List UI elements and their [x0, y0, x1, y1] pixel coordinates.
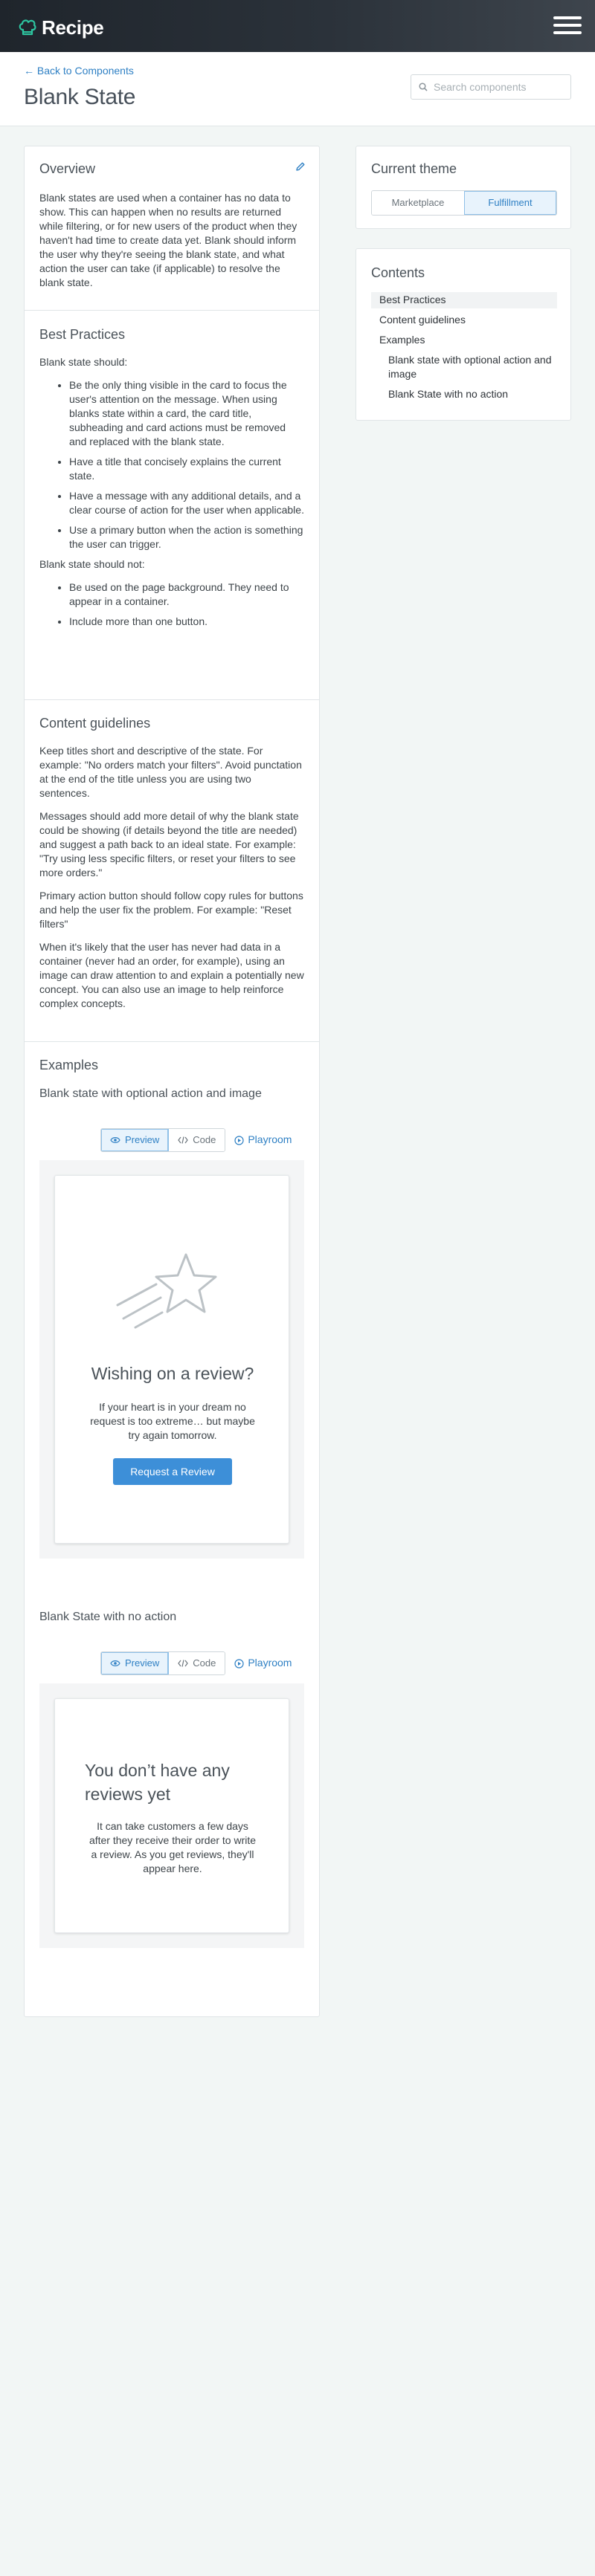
guideline-paragraph: When it's likely that the user has never… [39, 940, 304, 1009]
content-guidelines-heading: Content guidelines [39, 716, 151, 731]
examples-section: Examples [25, 1056, 319, 1075]
chef-hat-icon [19, 19, 36, 36]
overview-text: Blank states are used when a container h… [39, 191, 298, 288]
divider [25, 1041, 319, 1042]
view-toggle: Preview Code [100, 1651, 226, 1675]
search-input[interactable] [434, 81, 560, 93]
shooting-star-icon [116, 1253, 217, 1329]
list-item: Be the only thing visible in the card to… [69, 378, 304, 449]
example-1-toolbar: Preview Code Playroom [100, 1128, 292, 1152]
blank-state-title: Wishing on a review? [91, 1364, 254, 1383]
blank-state-card: You don’t have any reviews yet It can ta… [54, 1698, 289, 1933]
guideline-paragraph: Messages should add more detail of why t… [39, 809, 299, 878]
playroom-link[interactable]: Playroom [234, 1133, 292, 1148]
theme-option-marketplace[interactable]: Marketplace [372, 191, 464, 215]
eye-icon [110, 1137, 120, 1143]
code-icon [178, 1660, 188, 1667]
content-card: Overview Blank states are used when a co… [24, 146, 320, 2017]
toc-item-content-guidelines[interactable]: Content guidelines [379, 313, 466, 327]
playroom-icon [234, 1658, 244, 1669]
code-tab[interactable]: Code [169, 1129, 225, 1151]
overview-section: Overview Blank states are used when a co… [25, 160, 319, 290]
blank-state-card: Wishing on a review? If your heart is in… [54, 1175, 289, 1544]
search-icon [419, 82, 428, 91]
should-not-list: Be used on the page background. They nee… [39, 580, 304, 629]
overview-heading: Overview [39, 161, 96, 176]
example-1-preview: Wishing on a review? If your heart is in… [39, 1160, 304, 1559]
divider [25, 310, 319, 311]
code-icon [178, 1136, 188, 1144]
top-nav-bar: Recipe [0, 0, 595, 52]
eye-icon [110, 1660, 120, 1666]
list-item: Use a primary button when the action is … [69, 523, 304, 551]
current-theme-card: Current theme Marketplace Fulfillment [356, 146, 571, 229]
example-2-heading-wrap: Blank State with no action [25, 1609, 319, 1626]
preview-tab[interactable]: Preview [101, 1129, 170, 1151]
blank-state-message: It can take customers a few days after t… [89, 1820, 257, 1874]
example-2-toolbar: Preview Code Playroom [100, 1651, 292, 1675]
contents-heading: Contents [371, 265, 425, 280]
should-intro: Blank state should: [39, 355, 128, 368]
view-toggle: Preview Code [100, 1128, 226, 1152]
edit-icon[interactable] [295, 161, 306, 176]
should-not-intro: Blank state should not: [39, 557, 145, 570]
list-item: Be used on the page background. They nee… [69, 580, 304, 609]
best-practices-section: Best Practices Blank state should: Be th… [25, 326, 319, 635]
brand[interactable]: Recipe [18, 14, 104, 42]
menu-icon[interactable] [553, 16, 582, 34]
content-guidelines-section: Content guidelines Keep titles short and… [25, 714, 319, 1011]
should-list: Be the only thing visible in the card to… [39, 378, 304, 551]
list-item: Have a title that concisely explains the… [69, 455, 304, 483]
example-1-heading: Blank state with optional action and ima… [39, 1087, 262, 1100]
page-header: ← Back to Components Blank State [0, 52, 595, 126]
search-box[interactable] [411, 74, 571, 100]
example-1-heading-wrap: Blank state with optional action and ima… [25, 1086, 319, 1103]
best-practices-heading: Best Practices [39, 327, 126, 342]
divider [25, 699, 319, 700]
toc-item-example-2[interactable]: Blank State with no action [388, 387, 508, 401]
current-theme-heading: Current theme [371, 161, 457, 176]
playroom-icon [234, 1135, 244, 1145]
preview-tab[interactable]: Preview [101, 1652, 170, 1674]
back-to-components-link[interactable]: ← Back to Components [24, 64, 134, 79]
guideline-paragraph: Primary action button should follow copy… [39, 889, 303, 930]
playroom-link[interactable]: Playroom [234, 1656, 292, 1671]
list-item: Include more than one button. [69, 615, 304, 629]
request-review-button[interactable]: Request a Review [113, 1458, 232, 1485]
toc-item-best-practices[interactable]: Best Practices [379, 293, 446, 307]
blank-state-title: You don’t have any reviews yet [85, 1761, 230, 1804]
contents-card: Contents Best Practices Content guidelin… [356, 248, 571, 421]
theme-switcher: Marketplace Fulfillment [371, 190, 557, 216]
code-tab[interactable]: Code [169, 1652, 225, 1674]
list-item: Have a message with any additional detai… [69, 489, 304, 517]
guideline-paragraph: Keep titles short and descriptive of the… [39, 744, 302, 799]
examples-heading: Examples [39, 1058, 99, 1072]
theme-option-fulfillment[interactable]: Fulfillment [464, 191, 556, 215]
blank-state-message: If your heart is in your dream no reques… [90, 1401, 255, 1441]
example-2-preview: You don’t have any reviews yet It can ta… [39, 1683, 304, 1948]
page-title: Blank State [24, 85, 136, 109]
toc-item-examples[interactable]: Examples [379, 333, 425, 347]
brand-name: Recipe [42, 16, 104, 39]
toc-item-example-1[interactable]: Blank state with optional action and ima… [388, 353, 559, 381]
example-2-heading: Blank State with no action [39, 1611, 177, 1623]
